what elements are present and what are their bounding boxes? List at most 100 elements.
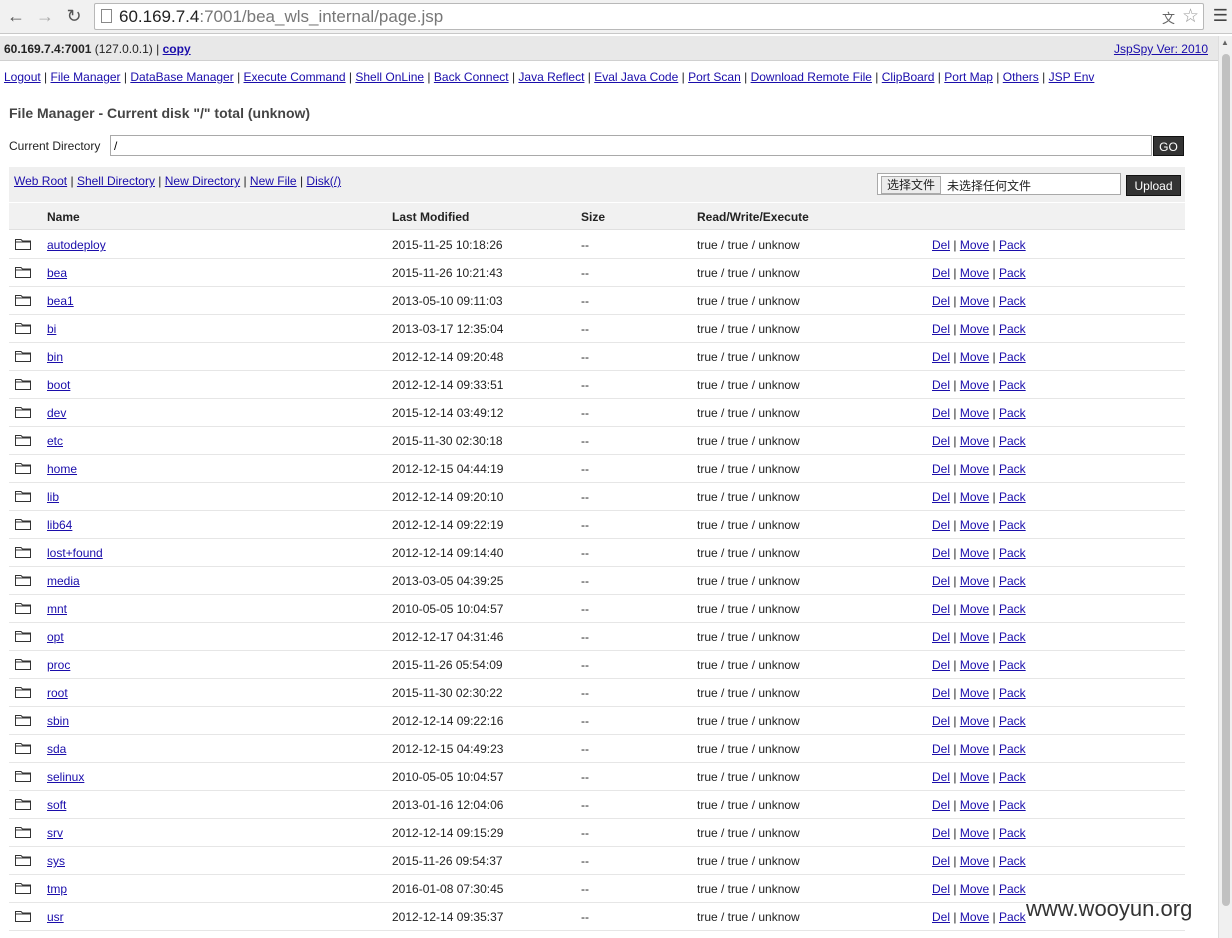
move-link[interactable]: Move — [960, 434, 989, 448]
move-link[interactable]: Move — [960, 602, 989, 616]
address-bar[interactable]: 60.169.7.4:7001/bea_wls_internal/page.js… — [94, 3, 1204, 30]
move-link[interactable]: Move — [960, 770, 989, 784]
del-link[interactable]: Del — [932, 490, 950, 504]
move-link[interactable]: Move — [960, 238, 989, 252]
move-link[interactable]: Move — [960, 518, 989, 532]
pack-link[interactable]: Pack — [999, 574, 1026, 588]
del-link[interactable]: Del — [932, 266, 950, 280]
del-link[interactable]: Del — [932, 574, 950, 588]
move-link[interactable]: Move — [960, 714, 989, 728]
del-link[interactable]: Del — [932, 798, 950, 812]
menu-link-port-map[interactable]: Port Map — [944, 70, 993, 84]
del-link[interactable]: Del — [932, 546, 950, 560]
pack-link[interactable]: Pack — [999, 406, 1026, 420]
del-link[interactable]: Del — [932, 602, 950, 616]
file-name-link[interactable]: proc — [47, 658, 70, 672]
del-link[interactable]: Del — [932, 378, 950, 392]
copy-link[interactable]: copy — [163, 42, 191, 56]
file-name-link[interactable]: home — [47, 462, 77, 476]
move-link[interactable]: Move — [960, 910, 989, 924]
upload-button[interactable]: Upload — [1126, 175, 1181, 196]
move-link[interactable]: Move — [960, 742, 989, 756]
del-link[interactable]: Del — [932, 910, 950, 924]
menu-link-others[interactable]: Others — [1003, 70, 1039, 84]
move-link[interactable]: Move — [960, 798, 989, 812]
tool-link-new-file[interactable]: New File — [250, 174, 297, 188]
move-link[interactable]: Move — [960, 378, 989, 392]
file-name-link[interactable]: dev — [47, 406, 66, 420]
del-link[interactable]: Del — [932, 714, 950, 728]
move-link[interactable]: Move — [960, 462, 989, 476]
menu-link-eval-java-code[interactable]: Eval Java Code — [594, 70, 678, 84]
menu-link-clipboard[interactable]: ClipBoard — [882, 70, 935, 84]
pack-link[interactable]: Pack — [999, 882, 1026, 896]
move-link[interactable]: Move — [960, 546, 989, 560]
pack-link[interactable]: Pack — [999, 602, 1026, 616]
move-link[interactable]: Move — [960, 406, 989, 420]
file-name-link[interactable]: autodeploy — [47, 238, 106, 252]
version-link[interactable]: JspSpy Ver: 2010 — [1114, 42, 1208, 56]
bookmark-star-icon[interactable]: ☆ — [1182, 5, 1199, 28]
file-name-link[interactable]: usr — [47, 910, 64, 924]
menu-link-file-manager[interactable]: File Manager — [51, 70, 121, 84]
pack-link[interactable]: Pack — [999, 770, 1026, 784]
file-name-link[interactable]: lib — [47, 490, 59, 504]
del-link[interactable]: Del — [932, 686, 950, 700]
tool-link-disk[interactable]: Disk(/) — [306, 174, 341, 188]
file-name-link[interactable]: selinux — [47, 770, 84, 784]
pack-link[interactable]: Pack — [999, 462, 1026, 476]
scroll-thumb[interactable] — [1222, 54, 1230, 906]
menu-link-download-remote-file[interactable]: Download Remote File — [751, 70, 872, 84]
menu-link-back-connect[interactable]: Back Connect — [434, 70, 509, 84]
translate-icon[interactable]: 文 — [1162, 8, 1175, 27]
move-link[interactable]: Move — [960, 322, 989, 336]
url-text[interactable]: 60.169.7.4:7001/bea_wls_internal/page.js… — [119, 7, 443, 27]
menu-link-execute-command[interactable]: Execute Command — [244, 70, 346, 84]
pack-link[interactable]: Pack — [999, 350, 1026, 364]
del-link[interactable]: Del — [932, 434, 950, 448]
pack-link[interactable]: Pack — [999, 686, 1026, 700]
move-link[interactable]: Move — [960, 686, 989, 700]
del-link[interactable]: Del — [932, 322, 950, 336]
pack-link[interactable]: Pack — [999, 294, 1026, 308]
file-name-link[interactable]: mnt — [47, 602, 67, 616]
file-name-link[interactable]: bea — [47, 266, 67, 280]
move-link[interactable]: Move — [960, 826, 989, 840]
file-name-link[interactable]: lost+found — [47, 546, 103, 560]
del-link[interactable]: Del — [932, 854, 950, 868]
pack-link[interactable]: Pack — [999, 518, 1026, 532]
menu-link-database-manager[interactable]: DataBase Manager — [130, 70, 233, 84]
move-link[interactable]: Move — [960, 882, 989, 896]
move-link[interactable]: Move — [960, 294, 989, 308]
del-link[interactable]: Del — [932, 518, 950, 532]
pack-link[interactable]: Pack — [999, 798, 1026, 812]
pack-link[interactable]: Pack — [999, 546, 1026, 560]
scroll-up-arrow-icon[interactable]: ▲ — [1221, 38, 1229, 47]
pack-link[interactable]: Pack — [999, 658, 1026, 672]
file-input[interactable]: 选择文件 未选择任何文件 — [877, 173, 1121, 195]
file-name-link[interactable]: opt — [47, 630, 64, 644]
go-button[interactable]: GO — [1153, 136, 1184, 156]
tool-link-new-directory[interactable]: New Directory — [165, 174, 240, 188]
pack-link[interactable]: Pack — [999, 238, 1026, 252]
del-link[interactable]: Del — [932, 826, 950, 840]
pack-link[interactable]: Pack — [999, 714, 1026, 728]
file-name-link[interactable]: sda — [47, 742, 66, 756]
back-arrow-icon[interactable]: ← — [5, 5, 27, 27]
file-name-link[interactable]: media — [47, 574, 80, 588]
move-link[interactable]: Move — [960, 854, 989, 868]
del-link[interactable]: Del — [932, 462, 950, 476]
menu-link-port-scan[interactable]: Port Scan — [688, 70, 741, 84]
del-link[interactable]: Del — [932, 406, 950, 420]
pack-link[interactable]: Pack — [999, 630, 1026, 644]
del-link[interactable]: Del — [932, 238, 950, 252]
tool-link-web-root[interactable]: Web Root — [14, 174, 67, 188]
del-link[interactable]: Del — [932, 882, 950, 896]
choose-file-button[interactable]: 选择文件 — [881, 176, 942, 194]
del-link[interactable]: Del — [932, 294, 950, 308]
pack-link[interactable]: Pack — [999, 910, 1026, 924]
del-link[interactable]: Del — [932, 742, 950, 756]
menu-link-shell-online[interactable]: Shell OnLine — [355, 70, 424, 84]
file-name-link[interactable]: root — [47, 686, 68, 700]
file-name-link[interactable]: bin — [47, 350, 63, 364]
